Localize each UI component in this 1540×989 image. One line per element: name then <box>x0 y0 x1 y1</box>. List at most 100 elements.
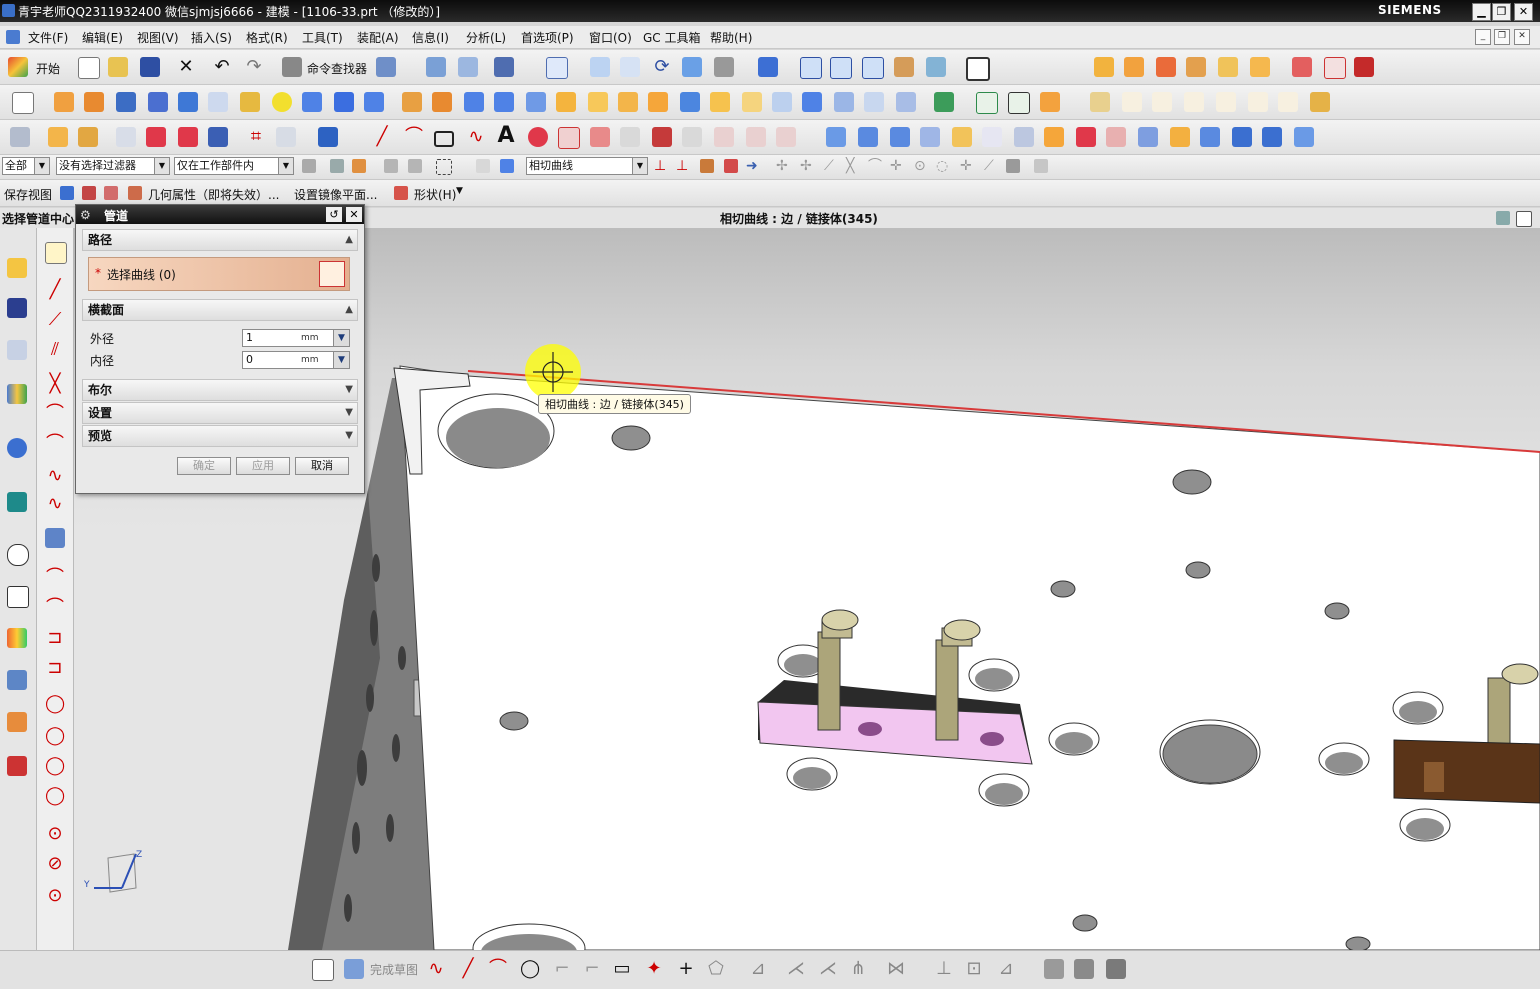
feature-select-icon[interactable] <box>352 159 366 173</box>
sketch-constraint-icon[interactable]: ⊥ <box>934 959 954 979</box>
curve-tool-5-icon[interactable] <box>1216 92 1236 112</box>
rectangle-icon[interactable] <box>434 131 454 147</box>
surface-10-icon[interactable] <box>1106 127 1126 147</box>
resource-bar-icon[interactable] <box>1496 211 1510 225</box>
ok-button[interactable]: 确定 <box>177 457 231 475</box>
shape-menu-label[interactable]: 形状(H) <box>414 186 456 203</box>
mold-tool-3-icon[interactable] <box>1156 57 1176 77</box>
replace-face-icon[interactable] <box>896 92 916 112</box>
outer-diameter-field[interactable]: 1 mm ▼ <box>242 329 350 347</box>
process-studio-icon[interactable] <box>7 628 27 648</box>
spline-tool-icon[interactable]: ∿ <box>45 466 65 486</box>
selection-filter-select[interactable]: 没有选择过滤器 ▼ <box>56 157 170 175</box>
gear-icon[interactable]: ⚙ <box>80 208 91 222</box>
sketch-circle-icon[interactable]: ◯ <box>520 959 540 979</box>
chevron-down-icon[interactable]: ▼ <box>333 352 349 368</box>
curve-tool-4-icon[interactable] <box>1184 92 1204 112</box>
subtract-icon[interactable] <box>432 92 452 112</box>
surface-14-icon[interactable] <box>1232 127 1252 147</box>
start-menu-label[interactable]: 开始 <box>36 60 60 77</box>
sketch-line-icon[interactable]: ╱ <box>458 959 478 979</box>
surface-16-icon[interactable] <box>1294 127 1314 147</box>
circle-point-icon[interactable]: ⊙ <box>45 886 65 906</box>
pocket-icon[interactable] <box>208 92 228 112</box>
mdi-minimize-button[interactable]: _ <box>1475 29 1491 45</box>
menu-gc-toolbox[interactable]: GC 工具箱 <box>643 29 701 46</box>
curve-tool-2-icon[interactable] <box>1122 92 1142 112</box>
shaded-icon[interactable] <box>714 57 734 77</box>
command-finder-icon[interactable] <box>282 57 302 77</box>
surface-8-icon[interactable] <box>1044 127 1064 147</box>
sketch-trim-icon[interactable]: ⊿ <box>748 959 768 979</box>
sew-icon[interactable] <box>834 92 854 112</box>
follow-fillet-icon[interactable]: ⊥ <box>676 159 690 173</box>
datum-plane-icon[interactable] <box>934 92 954 112</box>
divide-curve-icon[interactable] <box>776 127 796 147</box>
face-select-icon[interactable] <box>500 159 514 173</box>
part-navigator-icon-2[interactable] <box>7 340 27 360</box>
draft-icon[interactable] <box>648 92 668 112</box>
curve-select-icon[interactable] <box>319 261 345 287</box>
fillet-tool-icon[interactable]: ⊐ <box>45 628 65 648</box>
mdi-close-button[interactable]: ✕ <box>1514 29 1530 45</box>
mdi-restore-button[interactable]: ❐ <box>1494 29 1510 45</box>
curve-tool-6-icon[interactable] <box>1248 92 1268 112</box>
surface-9-icon[interactable] <box>1076 127 1096 147</box>
geom-props-icon[interactable] <box>128 186 142 200</box>
menu-format[interactable]: 格式(R) <box>246 29 288 46</box>
unite-icon[interactable] <box>402 92 422 112</box>
layer-icon[interactable] <box>494 57 514 77</box>
menu-analysis[interactable]: 分析(L) <box>466 29 506 46</box>
view-top-icon[interactable] <box>830 57 852 79</box>
wave-geom-icon[interactable] <box>78 127 98 147</box>
trim-curve-icon[interactable] <box>746 127 766 147</box>
offset-curve-icon[interactable] <box>558 127 580 149</box>
settings-section-header[interactable]: 设置 ▼ <box>82 402 358 424</box>
line-tool-3-icon[interactable]: ⫽ <box>45 340 65 360</box>
zoom-window-icon[interactable] <box>620 57 640 77</box>
snap-end-icon[interactable]: ✢ <box>776 159 790 173</box>
redo-icon[interactable]: ↷ <box>244 57 264 77</box>
extrude-icon[interactable] <box>54 92 74 112</box>
surface-1-icon[interactable] <box>826 127 846 147</box>
snap-mid-icon[interactable]: ✢ <box>800 159 814 173</box>
circle-3pt-icon[interactable]: ◯ <box>45 726 65 746</box>
sketch-chamfer-icon[interactable]: ⌐ <box>582 959 602 979</box>
circle-tangent-icon[interactable]: ◯ <box>45 756 65 776</box>
mold-tool-6-icon[interactable] <box>1250 57 1270 77</box>
view-front-icon[interactable] <box>800 57 822 79</box>
circle-tool-icon[interactable]: ◯ <box>45 694 65 714</box>
system-scenes-icon[interactable] <box>7 756 27 776</box>
attribute-icon[interactable] <box>104 186 118 200</box>
arc-icon[interactable]: ⌒ <box>404 127 424 147</box>
menu-info[interactable]: 信息(I) <box>412 29 449 46</box>
sketch-project-icon[interactable]: ⊿ <box>996 959 1016 979</box>
path-section-header[interactable]: 路径 ▲ <box>82 229 358 251</box>
people-icon[interactable] <box>7 712 27 732</box>
sketch-extend-icon[interactable]: ⋌ <box>786 959 806 979</box>
minimize-button[interactable]: ▁ <box>1472 3 1491 21</box>
section-view-icon[interactable] <box>966 57 990 81</box>
rotate-icon[interactable]: ⟳ <box>652 57 672 77</box>
undo-select-icon[interactable] <box>408 159 422 173</box>
shape-icon[interactable] <box>394 186 408 200</box>
sketch-settings-icon[interactable] <box>1074 959 1094 979</box>
polyline-icon[interactable]: ∿ <box>466 127 486 147</box>
finish-sketch-label[interactable]: 完成草图 <box>370 961 418 978</box>
point-icon[interactable] <box>1040 92 1060 112</box>
snap-grid-icon[interactable] <box>1034 159 1048 173</box>
curve-tool-1-icon[interactable] <box>1090 92 1110 112</box>
sketch-mirror-icon[interactable]: ⊡ <box>964 959 984 979</box>
sketch-corner-icon[interactable]: ⋌ <box>818 959 838 979</box>
surface-12-icon[interactable] <box>1170 127 1190 147</box>
datum-axis-icon[interactable] <box>976 92 998 114</box>
trim-body-icon[interactable] <box>494 92 514 112</box>
geom-props-label[interactable]: 几何属性（即将失效）... <box>148 186 279 203</box>
deselect-icon[interactable] <box>384 159 398 173</box>
inner-diameter-field[interactable]: 0 mm ▼ <box>242 351 350 369</box>
snap-quadrant-icon[interactable]: ◌ <box>936 159 950 173</box>
wcs-icon[interactable] <box>458 57 478 77</box>
project-curve-icon[interactable] <box>590 127 610 147</box>
constraint-icon[interactable] <box>276 127 296 147</box>
constraint-navigator-icon[interactable] <box>7 298 27 318</box>
